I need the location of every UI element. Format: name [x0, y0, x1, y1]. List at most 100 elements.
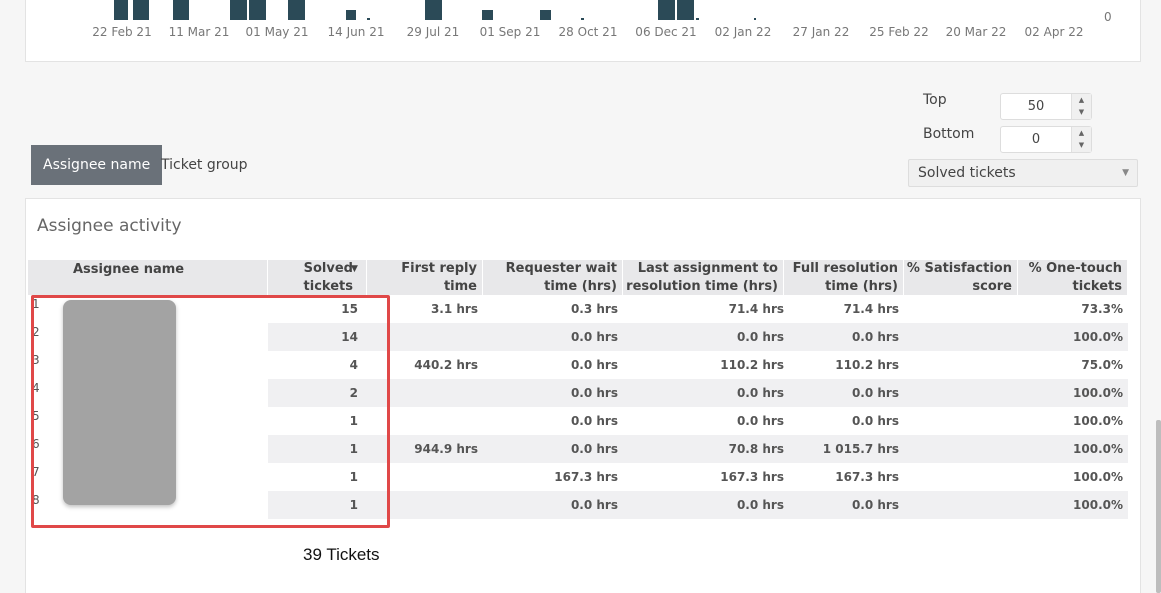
- chart-bar: [133, 0, 149, 20]
- cell-last-assignment: 0.0 hrs: [736, 386, 784, 400]
- chart-card: 22 Feb 21 11 Mar 21 01 May 21 14 Jun 21 29 J…: [25, 0, 1141, 62]
- bottom-input[interactable]: [1001, 127, 1071, 152]
- tab-ticket-group[interactable]: Ticket group: [149, 145, 260, 185]
- page-scrollbar[interactable]: [1156, 420, 1161, 593]
- cell-last-assignment: 71.4 hrs: [728, 302, 784, 316]
- caret-up-icon[interactable]: ▲: [1072, 127, 1091, 139]
- sort-desc-icon[interactable]: ▼: [351, 264, 358, 274]
- cell-full-resolution: 0.0 hrs: [851, 386, 899, 400]
- cell-one-touch: 100.0%: [1073, 330, 1123, 344]
- cell-requester-wait: 0.3 hrs: [570, 302, 618, 316]
- x-tick-label: 22 Feb 21: [92, 25, 152, 39]
- header-first-reply[interactable]: First reply time (hrs): [367, 260, 483, 295]
- cell-requester-wait: 167.3 hrs: [554, 470, 618, 484]
- x-tick-label: 01 Sep 21: [479, 25, 541, 39]
- chart-bar: [540, 10, 551, 20]
- metric-select-value: Solved tickets: [918, 165, 1016, 181]
- cell-satisfaction: [904, 295, 1013, 323]
- cell-full-resolution: 0.0 hrs: [851, 330, 899, 344]
- cell-one-touch: 100.0%: [1073, 498, 1123, 512]
- chart-bar: [581, 18, 584, 20]
- table-header: Assignee name Solved tickets ▼ First rep…: [28, 260, 1128, 295]
- cell-requester-wait: 0.0 hrs: [570, 358, 618, 372]
- x-tick-label: 11 Mar 21: [168, 25, 230, 39]
- cell-last-assignment: 70.8 hrs: [728, 442, 784, 456]
- chart-bar: [288, 0, 305, 20]
- top-label: Top: [923, 92, 947, 108]
- x-tick-label: 27 Jan 22: [792, 25, 850, 39]
- header-last-assignment[interactable]: Last assignment to resolution time (hrs): [623, 260, 784, 295]
- cell-satisfaction: [904, 351, 1013, 379]
- header-satisfaction[interactable]: % Satisfaction score: [904, 260, 1018, 295]
- bar-chart: [114, 0, 756, 20]
- cell-requester-wait: 0.0 hrs: [570, 498, 618, 512]
- cell-satisfaction: [904, 435, 1013, 463]
- tab-assignee-name[interactable]: Assignee name: [31, 145, 163, 185]
- cell-last-assignment: 0.0 hrs: [736, 498, 784, 512]
- chart-bar: [367, 18, 370, 20]
- cell-requester-wait: 0.0 hrs: [570, 330, 618, 344]
- chevron-down-icon: ▼: [1122, 168, 1129, 178]
- chart-bar: [677, 0, 694, 20]
- x-tick-label: 02 Jan 22: [714, 25, 772, 39]
- cell-full-resolution: 167.3 hrs: [835, 470, 899, 484]
- cell-satisfaction: [904, 407, 1013, 435]
- chart-bar: [173, 0, 189, 20]
- x-tick-label: 02 Apr 22: [1024, 25, 1084, 39]
- metric-select[interactable]: Solved tickets ▼: [908, 159, 1138, 187]
- cell-one-touch: 100.0%: [1073, 442, 1123, 456]
- x-tick-label: 20 Mar 22: [945, 25, 1007, 39]
- y-axis-zero-label: 0: [1104, 10, 1112, 24]
- cell-one-touch: 100.0%: [1073, 470, 1123, 484]
- x-tick-label: 28 Oct 21: [558, 25, 618, 39]
- cell-full-resolution: 1 015.7 hrs: [822, 442, 899, 456]
- x-tick-label: 29 Jul 21: [406, 25, 460, 39]
- header-one-touch[interactable]: % One-touch tickets: [1018, 260, 1128, 295]
- x-tick-label: 01 May 21: [245, 25, 309, 39]
- x-tick-label: 06 Dec 21: [635, 25, 697, 39]
- top-stepper-arrows[interactable]: ▲ ▼: [1071, 94, 1091, 119]
- cell-last-assignment: 167.3 hrs: [720, 470, 784, 484]
- cell-last-assignment: 0.0 hrs: [736, 330, 784, 344]
- chart-bar: [425, 0, 442, 20]
- cell-one-touch: 75.0%: [1081, 358, 1123, 372]
- cell-satisfaction: [904, 463, 1013, 491]
- cell-one-touch: 100.0%: [1073, 414, 1123, 428]
- chart-bar: [482, 10, 493, 20]
- header-requester-wait[interactable]: Requester wait time (hrs): [483, 260, 623, 295]
- total-tickets-label: 39 Tickets: [303, 545, 380, 564]
- caret-up-icon[interactable]: ▲: [1072, 94, 1091, 106]
- card-title: Assignee activity: [37, 216, 182, 236]
- caret-down-icon[interactable]: ▼: [1072, 139, 1091, 151]
- cell-one-touch: 73.3%: [1081, 302, 1123, 316]
- top-input[interactable]: [1001, 94, 1071, 119]
- header-full-resolution[interactable]: Full resolution time (hrs): [784, 260, 904, 295]
- chart-bar: [249, 0, 266, 20]
- chart-bar: [230, 0, 247, 20]
- cell-full-resolution: 0.0 hrs: [851, 414, 899, 428]
- x-tick-label: 14 Jun 21: [327, 25, 385, 39]
- cell-one-touch: 100.0%: [1073, 386, 1123, 400]
- cell-last-assignment: 0.0 hrs: [736, 414, 784, 428]
- cell-last-assignment: 110.2 hrs: [720, 358, 784, 372]
- x-tick-label: 25 Feb 22: [869, 25, 929, 39]
- cell-full-resolution: 71.4 hrs: [843, 302, 899, 316]
- cell-satisfaction: [904, 491, 1013, 519]
- caret-down-icon[interactable]: ▼: [1072, 106, 1091, 118]
- cell-satisfaction: [904, 323, 1013, 351]
- chart-bar: [658, 0, 675, 20]
- header-assignee[interactable]: Assignee name: [68, 260, 268, 295]
- bottom-stepper-arrows[interactable]: ▲ ▼: [1071, 127, 1091, 152]
- cell-full-resolution: 0.0 hrs: [851, 498, 899, 512]
- bottom-stepper[interactable]: ▲ ▼: [1000, 126, 1092, 153]
- cell-full-resolution: 110.2 hrs: [835, 358, 899, 372]
- bottom-label: Bottom: [923, 126, 975, 142]
- chart-bar: [114, 0, 128, 20]
- cell-requester-wait: 0.0 hrs: [570, 442, 618, 456]
- chart-bar: [696, 18, 699, 20]
- cell-satisfaction: [904, 379, 1013, 407]
- top-stepper[interactable]: ▲ ▼: [1000, 93, 1092, 120]
- chart-bar: [754, 18, 756, 20]
- highlight-box: [31, 295, 390, 528]
- chart-bar: [346, 10, 356, 20]
